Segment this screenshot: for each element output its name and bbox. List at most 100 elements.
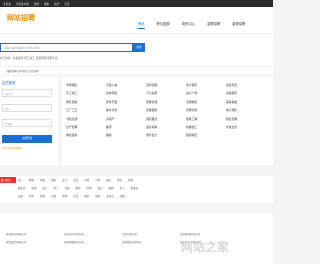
- tag-link[interactable]: 行政: [84, 178, 89, 182]
- category-link[interactable]: 普工技工: [66, 91, 106, 95]
- category-link[interactable]: 电商运营: [66, 133, 106, 137]
- category-link[interactable]: 客户服务: [186, 83, 226, 87]
- tag-link[interactable]: 普工: [18, 178, 23, 182]
- category-link[interactable]: 外贸业务: [226, 125, 266, 129]
- tag-link[interactable]: 保安: [106, 178, 111, 182]
- tag-link[interactable]: 业务员: [106, 194, 114, 198]
- nav-job-search[interactable]: 职位搜索: [157, 21, 170, 29]
- category-link[interactable]: 房地产: [106, 117, 146, 121]
- category-link[interactable]: 文体传媒: [106, 91, 146, 95]
- list-item[interactable]: 某某教育培训中心: [122, 240, 180, 244]
- list-item[interactable]: 某某贸易公司: [122, 232, 180, 236]
- list-item[interactable]: 某某制造有限公司: [6, 240, 64, 244]
- watermark: 网站之家: [181, 240, 230, 254]
- category-link[interactable]: 物业管理: [226, 117, 266, 121]
- category-link[interactable]: 管理咨询: [186, 108, 226, 112]
- tag-link[interactable]: 服务员: [18, 186, 26, 190]
- tag-link[interactable]: 收银: [32, 186, 37, 190]
- category-link[interactable]: 建筑工程: [186, 117, 226, 121]
- tag-link[interactable]: 主管: [51, 194, 56, 198]
- tag-link[interactable]: 焊工: [54, 186, 59, 190]
- top-link-1[interactable]: 手机版: [3, 2, 11, 6]
- category-link[interactable]: 机械技工: [186, 125, 226, 129]
- tag-link[interactable]: 经理: [62, 194, 67, 198]
- category-link[interactable]: 美容美发: [226, 100, 266, 104]
- tag-link[interactable]: 设计: [98, 186, 103, 190]
- tag-row-1: 普工 客服 司机 销售 会计 文员 行政 人事 保安 保洁 厨师: [18, 178, 139, 182]
- category-link[interactable]: 仓储物流: [186, 100, 226, 104]
- tag-link[interactable]: 人事: [95, 178, 100, 182]
- tag-link[interactable]: 导购: [87, 186, 92, 190]
- top-link-6[interactable]: 首页: [64, 2, 69, 6]
- search-input[interactable]: 请输入职位或者企业名称关键字: [0, 43, 133, 52]
- tag-link[interactable]: 厨师: [128, 178, 133, 182]
- tag-link[interactable]: 保洁: [117, 178, 122, 182]
- list-item[interactable]: 某某物流有限公司: [180, 232, 238, 236]
- category-link[interactable]: 财务出纳: [66, 100, 106, 104]
- tag-link[interactable]: 文员: [73, 178, 78, 182]
- tag-link[interactable]: 采购: [95, 194, 100, 198]
- category-link[interactable]: 行政人事: [106, 83, 146, 87]
- tag-link[interactable]: 编辑: [109, 186, 114, 190]
- site-logo[interactable]: 网站招聘: [7, 13, 35, 23]
- category-link[interactable]: 教育培训: [106, 108, 146, 112]
- tag-link[interactable]: 会计: [62, 178, 67, 182]
- category-link[interactable]: 运营专员: [226, 83, 266, 87]
- tag-link[interactable]: 店长: [18, 194, 23, 198]
- category-grid: 市场销售 行政人事 法律法规 客户服务 运营专员普工技工 文体传媒 人力资源 设计广告 家政服务…: [66, 83, 266, 137]
- tag-link[interactable]: 美工: [120, 186, 125, 190]
- nav-urgent[interactable]: 急聘招聘: [207, 21, 220, 29]
- tag-link[interactable]: 质检: [84, 194, 89, 198]
- category-link[interactable]: 生产管理: [66, 125, 106, 129]
- tag-link[interactable]: 前台: [29, 194, 34, 198]
- category-link[interactable]: 金融保险: [146, 108, 186, 112]
- captcha-field[interactable]: 验证码: [2, 119, 52, 127]
- list-item[interactable]: 某某电子有限公司: [64, 232, 122, 236]
- login-button[interactable]: 立即登录: [2, 135, 52, 143]
- tag-link[interactable]: 助理: [40, 194, 45, 198]
- top-link-3[interactable]: 招聘: [34, 2, 39, 6]
- tag-link[interactable]: 销售: [51, 178, 56, 182]
- category-link[interactable]: 质量管理: [146, 100, 186, 104]
- register-link[interactable]: 立即注册 找回密码: [2, 146, 22, 150]
- top-link-4[interactable]: 求职: [44, 2, 49, 6]
- category-link[interactable]: 编辑: [106, 133, 146, 137]
- category-link[interactable]: 电子通信: [226, 108, 266, 112]
- category-link[interactable]: 软件开发: [106, 100, 146, 104]
- tag-link[interactable]: 客服: [29, 178, 34, 182]
- tag-link[interactable]: 仓管: [65, 186, 70, 190]
- category-link[interactable]: 司机交通: [66, 117, 106, 121]
- category-link[interactable]: 其他职位: [186, 133, 226, 137]
- tag-link[interactable]: 快递员: [131, 186, 139, 190]
- search-button[interactable]: 搜索: [133, 43, 145, 52]
- category-link[interactable]: 财务会计: [146, 133, 186, 137]
- list-item[interactable]: 某某科技有限公司: [6, 232, 64, 236]
- username-field[interactable]: 用户名: [2, 89, 52, 97]
- category-link[interactable]: 人力资源: [146, 91, 186, 95]
- nav-home[interactable]: 首页: [138, 21, 145, 29]
- tag-row-3: 店长 前台 助理 主管 经理 专员 质检 采购 业务员 代理: [18, 194, 131, 198]
- nav-resume[interactable]: 简历中心: [182, 21, 195, 29]
- category-link[interactable]: 市场销售: [66, 83, 106, 87]
- category-panel: 市场销售 行政人事 法律法规 客户服务 运营专员普工技工 文体传媒 人力资源 设计广告 家政服务…: [62, 77, 273, 165]
- category-link[interactable]: 设计广告: [186, 91, 226, 95]
- category-link[interactable]: 酒店餐饮: [146, 117, 186, 121]
- tag-link[interactable]: 专员: [73, 194, 78, 198]
- hot-search: 热门搜索：外贸跟单 普工/技工 质量管理 销售代表: [0, 57, 58, 60]
- tag-link[interactable]: 司机: [40, 178, 45, 182]
- tag-link[interactable]: 跟单: [76, 186, 81, 190]
- search-section: 请输入职位或者企业名称关键字 搜索 热门搜索：外贸跟单 普工/技工 质量管理 销…: [0, 33, 273, 66]
- category-link[interactable]: 贸易采购: [146, 125, 186, 129]
- list-item[interactable]: 某某网络科技公司: [64, 240, 122, 244]
- tag-link[interactable]: 代理: [120, 194, 125, 198]
- password-field[interactable]: 密码: [2, 104, 52, 112]
- top-link-5[interactable]: 简历: [54, 2, 59, 6]
- category-link[interactable]: 工厂工艺: [66, 108, 106, 112]
- category-link[interactable]: 法律法规: [146, 83, 186, 87]
- nav-featured[interactable]: 重磅招聘: [232, 21, 245, 29]
- top-link-2[interactable]: 手机客户端: [16, 2, 29, 6]
- category-link[interactable]: 家政服务: [226, 91, 266, 95]
- hot-tags: 热门职位 普工 客服 司机 销售 会计 文员 行政 人事 保安 保洁 厨师 服务员 收银 电工 焊工 仓管 跟…: [0, 176, 273, 203]
- category-link[interactable]: 翻译: [106, 125, 146, 129]
- tag-link[interactable]: 电工: [43, 186, 48, 190]
